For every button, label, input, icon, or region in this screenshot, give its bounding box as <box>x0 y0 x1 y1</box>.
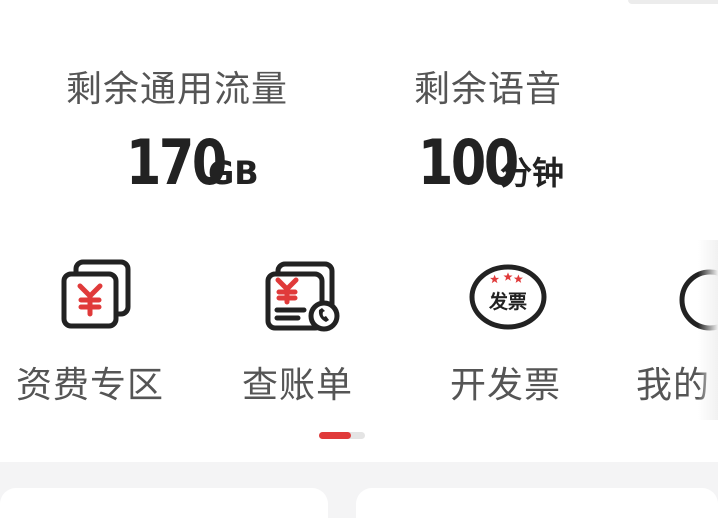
remaining-data-label: 剩余通用流量 <box>66 69 289 110</box>
invoice-icon: 发票 <box>469 264 547 330</box>
scroll-fade-edge <box>698 240 718 420</box>
invoice-icon-text: 发票 <box>488 290 527 313</box>
menu-label-tariff-zone: 资费专区 <box>16 365 165 406</box>
remaining-data-number: 170 <box>126 126 227 199</box>
menu-label-issue-invoice: 开发票 <box>450 365 562 406</box>
account-summary-card: 剩余通用流量 170 GB 剩余语音 100 分钟 资费专区 查账单 发票 开发… <box>0 0 718 462</box>
next-card-left <box>0 488 328 518</box>
next-card-right <box>356 488 718 518</box>
remaining-data-value[interactable]: 170 GB <box>126 126 259 199</box>
page-indicator <box>319 432 365 439</box>
tariff-yuan-icon <box>61 259 131 329</box>
remaining-voice-value[interactable]: 100 分钟 <box>418 126 564 199</box>
page-indicator-active <box>319 432 351 439</box>
remaining-voice-number: 100 <box>418 126 519 199</box>
bill-icon <box>265 261 340 332</box>
menu-label-check-bill: 查账单 <box>242 365 354 406</box>
remaining-voice-label: 剩余语音 <box>414 69 563 110</box>
top-divider <box>628 0 718 4</box>
